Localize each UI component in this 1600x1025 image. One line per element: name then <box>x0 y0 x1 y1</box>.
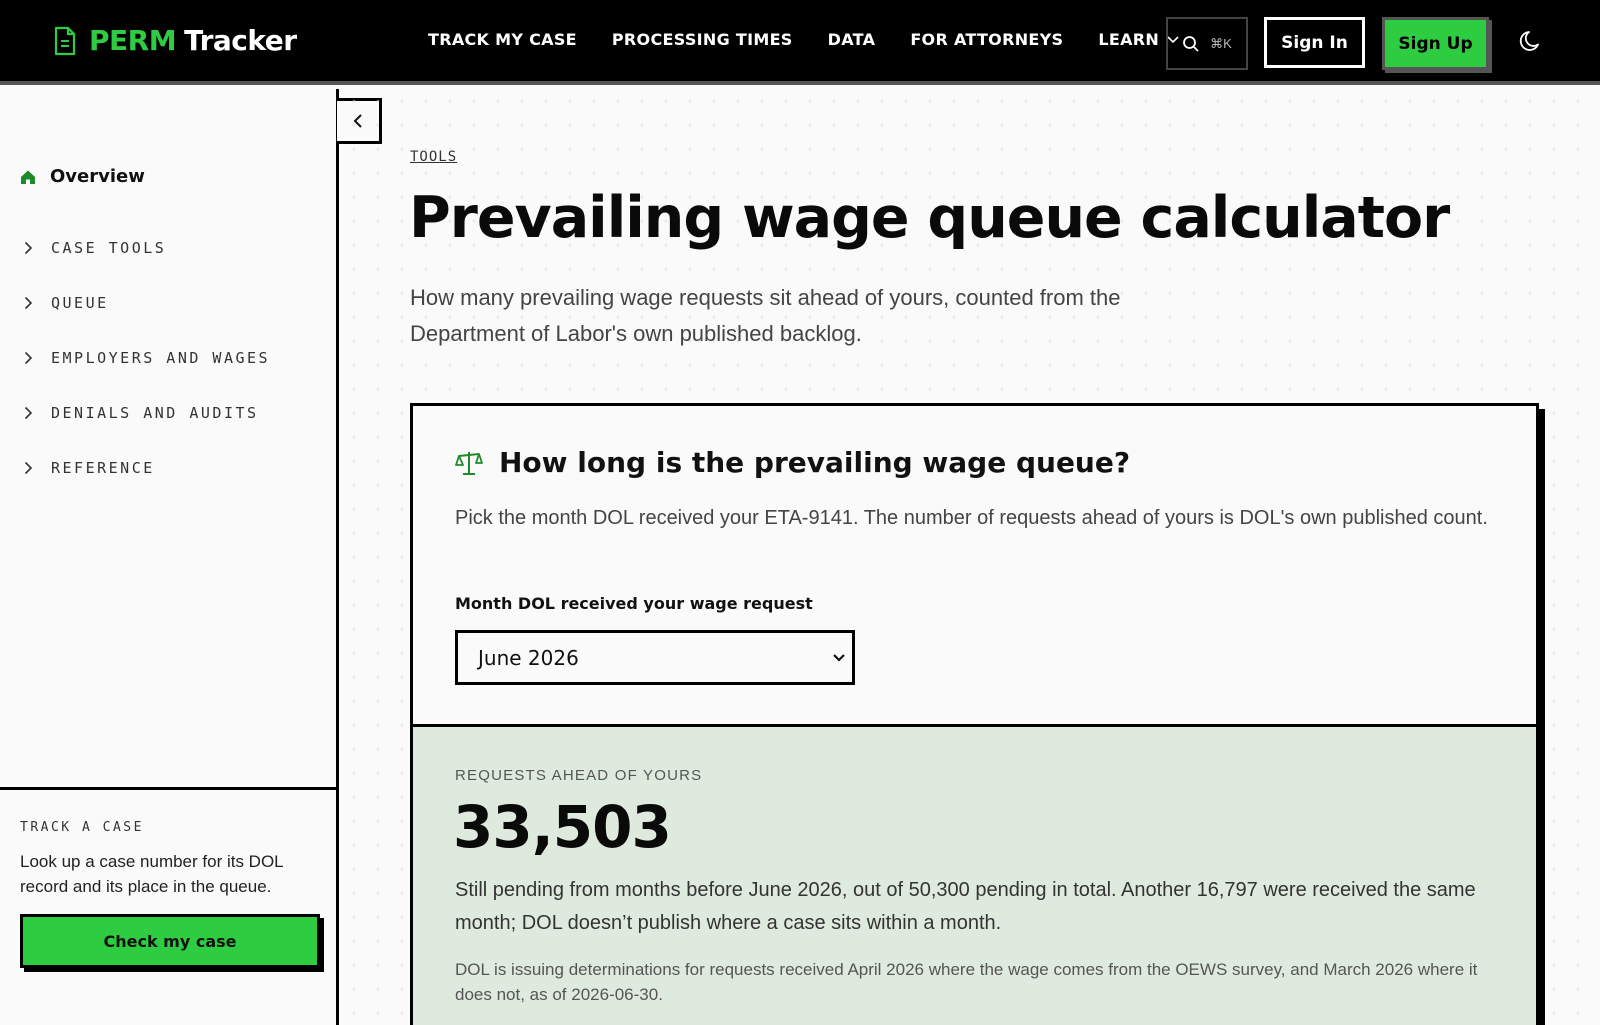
nav-data[interactable]: DATA <box>828 30 876 49</box>
top-navbar: PERM Tracker TRACK MY CASE PROCESSING TIM… <box>0 0 1600 85</box>
main-nav: TRACK MY CASE PROCESSING TIMES DATA FOR … <box>428 30 1179 49</box>
sidebar-item-label: REFERENCE <box>51 458 155 477</box>
sign-in-button[interactable]: Sign In <box>1264 17 1365 68</box>
sidebar-item-label: QUEUE <box>51 293 109 312</box>
nav-learn-label: LEARN <box>1098 30 1160 49</box>
month-field-label: Month DOL received your wage request <box>455 594 813 613</box>
nav-for-attorneys[interactable]: FOR ATTORNEYS <box>910 30 1063 49</box>
home-icon <box>21 170 35 184</box>
chevron-right-icon <box>24 241 33 254</box>
result-value: 33,503 <box>453 793 672 861</box>
search-shortcut: ⌘K <box>1210 35 1232 51</box>
month-select[interactable]: June 2026 <box>455 630 855 685</box>
chevron-right-icon <box>24 296 33 309</box>
document-icon <box>54 26 76 55</box>
scale-icon <box>455 451 483 475</box>
nav-track-my-case[interactable]: TRACK MY CASE <box>428 30 577 49</box>
sidebar-item-case-tools[interactable]: CASE TOOLS <box>24 220 270 275</box>
track-case-description: Look up a case number for its DOL record… <box>20 852 284 896</box>
page-lede: How many prevailing wage requests sit ah… <box>410 285 1121 346</box>
sidebar-item-label: EMPLOYERS AND WAGES <box>51 348 271 367</box>
chevron-right-icon <box>24 461 33 474</box>
result-description: Still pending from months before June 20… <box>455 879 1476 934</box>
calculator-card: How long is the prevailing wage queue? P… <box>410 403 1539 1025</box>
moon-icon[interactable] <box>1518 28 1544 54</box>
chevron-right-icon <box>24 406 33 419</box>
chevron-down-icon <box>833 653 845 662</box>
track-case-label: TRACK A CASE <box>20 820 144 835</box>
logo-text: PERM Tracker <box>89 24 297 57</box>
sidebar-item-label: DENIALS AND AUDITS <box>51 403 259 422</box>
sidebar-item-employers-and-wages[interactable]: EMPLOYERS AND WAGES <box>24 330 270 385</box>
search-icon <box>1183 35 1199 52</box>
sidebar-item-queue[interactable]: QUEUE <box>24 275 270 330</box>
sidebar-item-label: Overview <box>50 166 145 187</box>
sidebar-item-reference[interactable]: REFERENCE <box>24 440 270 495</box>
month-select-value: June 2026 <box>478 645 579 670</box>
result-panel: REQUESTS AHEAD OF YOURS 33,503 Still pen… <box>413 724 1536 1025</box>
result-label: REQUESTS AHEAD OF YOURS <box>455 767 703 784</box>
result-note: DOL is issuing determinations for reques… <box>455 960 1478 1004</box>
sidebar-item-denials-and-audits[interactable]: DENIALS AND AUDITS <box>24 385 270 440</box>
sidebar-item-overview[interactable]: Overview <box>20 166 145 187</box>
chevron-right-icon <box>24 351 33 364</box>
track-case-panel: TRACK A CASE Look up a case number for i… <box>0 787 339 1025</box>
card-description: Pick the month DOL received your ETA-914… <box>455 507 1488 529</box>
sign-up-button[interactable]: Sign Up <box>1382 17 1489 70</box>
breadcrumb[interactable]: TOOLS <box>410 149 457 165</box>
page-title: Prevailing wage queue calculator <box>409 185 1450 251</box>
logo-perm: PERM <box>89 24 177 57</box>
sidebar-item-label: CASE TOOLS <box>51 238 167 257</box>
logo-tracker: Tracker <box>184 24 297 57</box>
card-title-text: How long is the prevailing wage queue? <box>499 446 1131 479</box>
logo[interactable]: PERM Tracker <box>53 24 297 57</box>
nav-processing-times[interactable]: PROCESSING TIMES <box>612 30 793 49</box>
card-title: How long is the prevailing wage queue? <box>455 446 1130 479</box>
search-button[interactable]: ⌘K <box>1166 17 1248 70</box>
check-my-case-button[interactable]: Check my case <box>20 914 320 968</box>
sidebar-sections: CASE TOOLS QUEUE EMPLOYERS AND WAGES DEN… <box>24 220 270 495</box>
